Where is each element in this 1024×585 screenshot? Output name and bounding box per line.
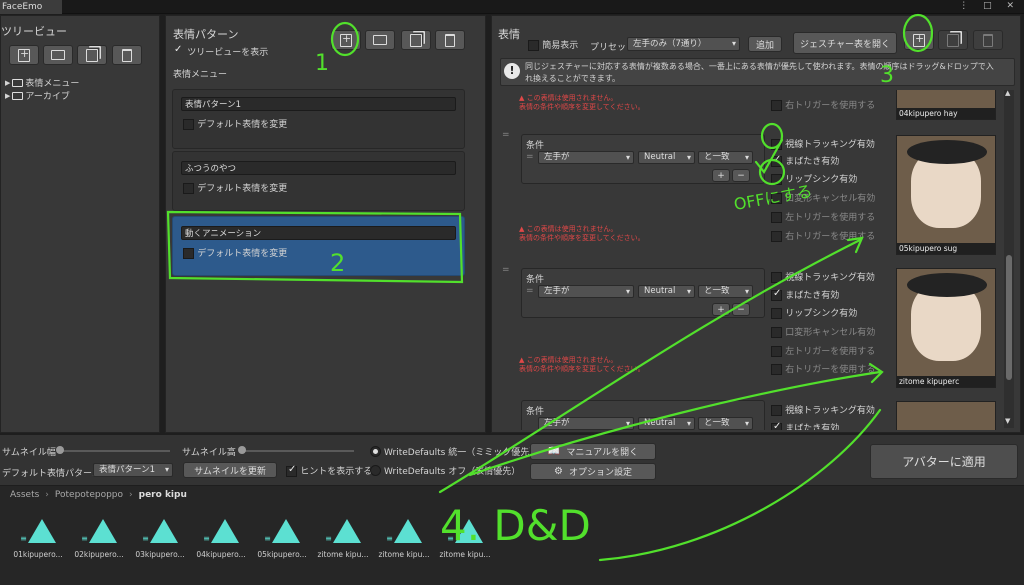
- annotation-circle-add-pattern: [330, 21, 360, 57]
- annotation-step-2: 2: [330, 249, 345, 277]
- annotation-arrow-check: [754, 138, 784, 174]
- annotation-overlay: 1 2 3 4. D&D OFFにする: [166, 13, 934, 562]
- annotation-step-3: 3: [880, 63, 894, 88]
- annotation-drag-line-3: [598, 408, 882, 562]
- annotation-circle-add-expression: [902, 13, 934, 53]
- annotation-step-4: 4. D&D: [440, 501, 591, 550]
- annotation-off-note: OFFにする: [732, 181, 813, 213]
- annotation-drag-line-1: [438, 238, 862, 494]
- annotation-drag-line-2: [468, 370, 882, 477]
- annotation-step-1: 1: [315, 51, 329, 76]
- annotation-box-selected-pattern: [166, 210, 464, 284]
